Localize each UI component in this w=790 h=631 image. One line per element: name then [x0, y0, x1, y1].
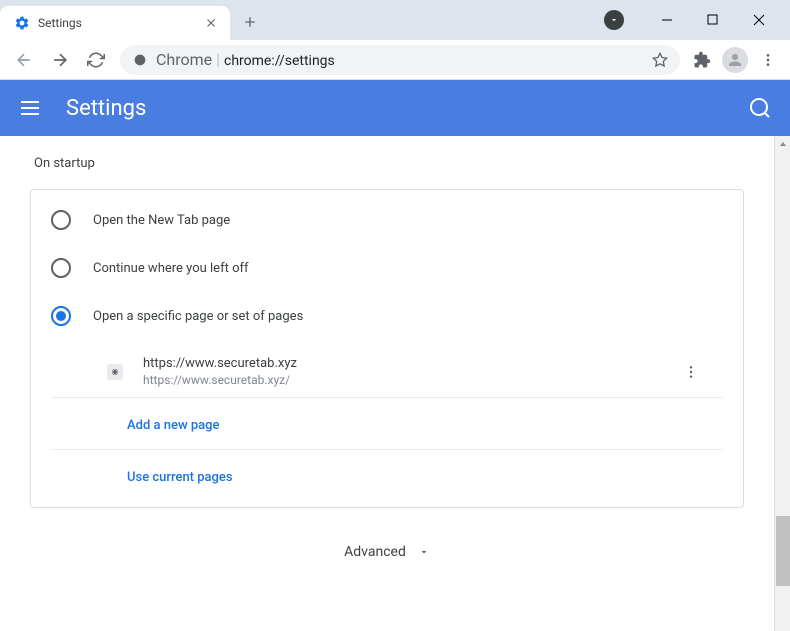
back-button[interactable] [8, 44, 40, 76]
startup-card: Open the New Tab page Continue where you… [30, 189, 744, 508]
scrollbar[interactable] [774, 136, 790, 631]
window-titlebar: Settings [0, 0, 790, 40]
chevron-down-icon [418, 546, 430, 558]
tab-title: Settings [38, 16, 196, 30]
maximize-button[interactable] [690, 5, 736, 35]
profile-avatar[interactable] [722, 47, 748, 73]
radio-label: Continue where you left off [93, 261, 249, 276]
close-window-button[interactable] [736, 5, 782, 35]
scrollbar-up-button[interactable] [775, 136, 790, 152]
new-tab-button[interactable] [238, 10, 262, 38]
add-page-link[interactable]: Add a new page [127, 418, 219, 433]
page-title: Settings [66, 96, 748, 121]
startup-page-row: ◉ https://www.securetab.xyz https://www.… [51, 346, 723, 398]
settings-content: On startup Open the New Tab page Continu… [0, 136, 774, 631]
bookmark-star-icon[interactable] [652, 52, 668, 68]
radio-option-continue[interactable]: Continue where you left off [31, 244, 743, 292]
startup-page-url: https://www.securetab.xyz/ [143, 373, 679, 387]
use-current-link[interactable]: Use current pages [127, 470, 233, 485]
radio-option-specific[interactable]: Open a specific page or set of pages [31, 292, 743, 340]
startup-page-title: https://www.securetab.xyz [143, 356, 679, 371]
browser-menu-button[interactable] [754, 46, 782, 74]
extensions-icon[interactable] [688, 46, 716, 74]
radio-button[interactable] [51, 306, 71, 326]
address-scheme: Chrome | chrome://settings [156, 50, 335, 69]
notification-badge-icon[interactable] [604, 10, 624, 30]
reload-button[interactable] [80, 44, 112, 76]
gear-icon [14, 15, 30, 31]
radio-label: Open a specific page or set of pages [93, 309, 303, 324]
minimize-button[interactable] [644, 5, 690, 35]
add-page-row[interactable]: Add a new page [51, 398, 723, 450]
more-actions-button[interactable] [679, 360, 703, 384]
advanced-label: Advanced [344, 544, 406, 560]
favicon-icon: ◉ [107, 364, 123, 380]
address-bar[interactable]: Chrome | chrome://settings [120, 45, 680, 75]
close-icon[interactable] [204, 16, 218, 30]
site-info-icon[interactable] [132, 52, 148, 68]
settings-header: Settings [0, 80, 790, 136]
section-title: On startup [34, 156, 744, 171]
search-icon[interactable] [748, 96, 772, 120]
hamburger-menu-icon[interactable] [18, 96, 42, 120]
browser-toolbar: Chrome | chrome://settings [0, 40, 790, 80]
browser-tab[interactable]: Settings [0, 6, 230, 40]
advanced-toggle[interactable]: Advanced [30, 508, 744, 572]
radio-label: Open the New Tab page [93, 213, 230, 228]
scrollbar-thumb[interactable] [776, 516, 790, 586]
forward-button[interactable] [44, 44, 76, 76]
radio-button[interactable] [51, 210, 71, 230]
use-current-row[interactable]: Use current pages [51, 450, 723, 501]
radio-button[interactable] [51, 258, 71, 278]
radio-option-new-tab[interactable]: Open the New Tab page [31, 196, 743, 244]
